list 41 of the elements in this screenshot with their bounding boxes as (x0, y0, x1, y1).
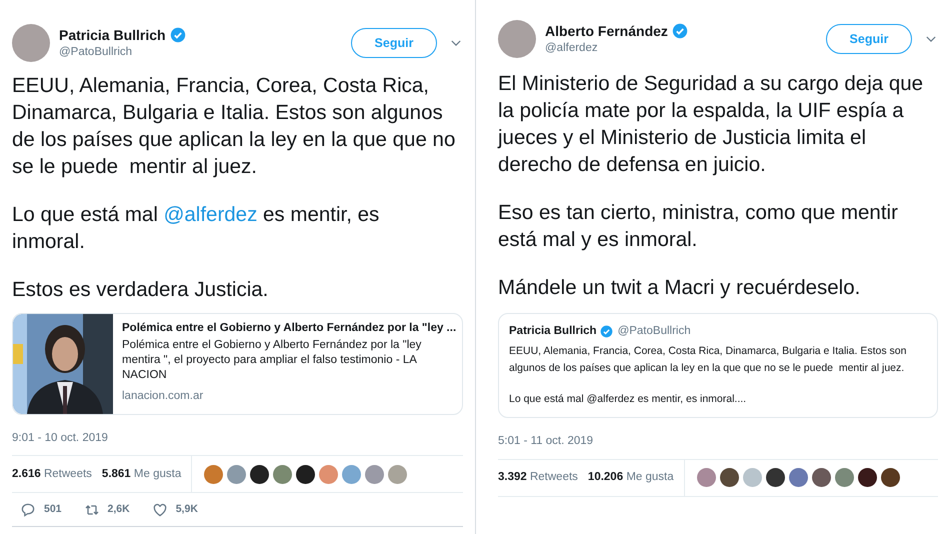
quoted-text: EEUU, Alemania, Francia, Corea, Costa Rica, Dinamarca, Bulgaria e Italia. Estos son algunos de los países que aplican la ley en la que que no se le puede mentir al juez. (509, 344, 908, 376)
card-title: Polémica entre el Gobierno y Alberto Fernández por la "ley ... (122, 321, 453, 336)
author-name[interactable]: Patricia Bullrich (59, 26, 166, 44)
speech-bubble-icon (20, 502, 36, 518)
chevron-down-icon[interactable] (451, 40, 461, 46)
action-count: 501 (44, 502, 62, 517)
tweet-text: Lo que está mal @alferdez es mentir, es inmoral. (12, 202, 380, 255)
timestamp[interactable]: 9:01 - 10 oct. 2019 (12, 430, 475, 448)
liker-avatar[interactable] (812, 468, 831, 487)
timestamp[interactable]: 5:01 - 11 oct. 2019 (498, 433, 950, 450)
quoted-text: Lo que está mal @alferdez es mentir, es inmoral.... (509, 392, 748, 408)
tweet-text: Eso es tan cierto, ministra, como que mentir está mal y es inmoral. (498, 200, 899, 253)
liker-avatar[interactable] (880, 468, 900, 487)
author-handle: @PatoBullrich (59, 45, 134, 60)
liker-avatar[interactable] (858, 468, 877, 487)
avatar[interactable] (498, 20, 536, 58)
avatar[interactable] (12, 24, 50, 62)
retweet-count[interactable]: 3.392 Retweets (498, 468, 578, 486)
tweet-text: El Ministerio de Seguridad a su cargo deja que la policía mate por la espalda, la UIF espía a jueces y el Ministerio de Justicia limita el derecho de defensa en juicio. (498, 71, 924, 178)
quoted-author-name: Patricia Bullrich (509, 324, 597, 339)
quoted-author-handle: @PatoBullrich (618, 324, 691, 339)
like-count[interactable]: 5.861 Me gusta (102, 466, 182, 483)
liker-avatar[interactable] (296, 464, 316, 484)
tweet-text: Mándele un twit a Macri y recuérdeselo. (498, 275, 862, 301)
liker-avatar[interactable] (250, 464, 270, 484)
link-card[interactable] (12, 313, 463, 415)
tweet-text: Estos es verdadera Justicia. (12, 277, 270, 303)
liker-avatar[interactable] (766, 468, 785, 487)
liker-avatar[interactable] (720, 468, 739, 487)
quoted-tweet[interactable] (498, 313, 938, 418)
author-handle: @alferdez (545, 41, 599, 56)
like-count[interactable]: 10.206 Me gusta (588, 468, 674, 486)
chevron-down-icon[interactable] (926, 36, 936, 42)
tweet-text: EEUU, Alemania, Francia, Corea, Costa Rica, Dinamarca, Bulgaria e Italia. Estos son algunos de los países que aplican la ley en la que que no se le puede mentir al juez. (12, 73, 456, 180)
card-domain: lanacion.com.ar (122, 389, 204, 404)
heart-icon (152, 502, 168, 518)
action-count: 2,6K (108, 502, 130, 517)
card-description: Polémica entre el Gobierno y Alberto Fernández por la "ley mentira ", el proyecto para ampliar el falso testimonio - LA NACION (122, 338, 422, 383)
action-count: 5,9K (176, 502, 198, 517)
retweet-count[interactable]: 2.616 Retweets (12, 466, 92, 483)
author-name[interactable]: Alberto Fernández (545, 22, 668, 40)
